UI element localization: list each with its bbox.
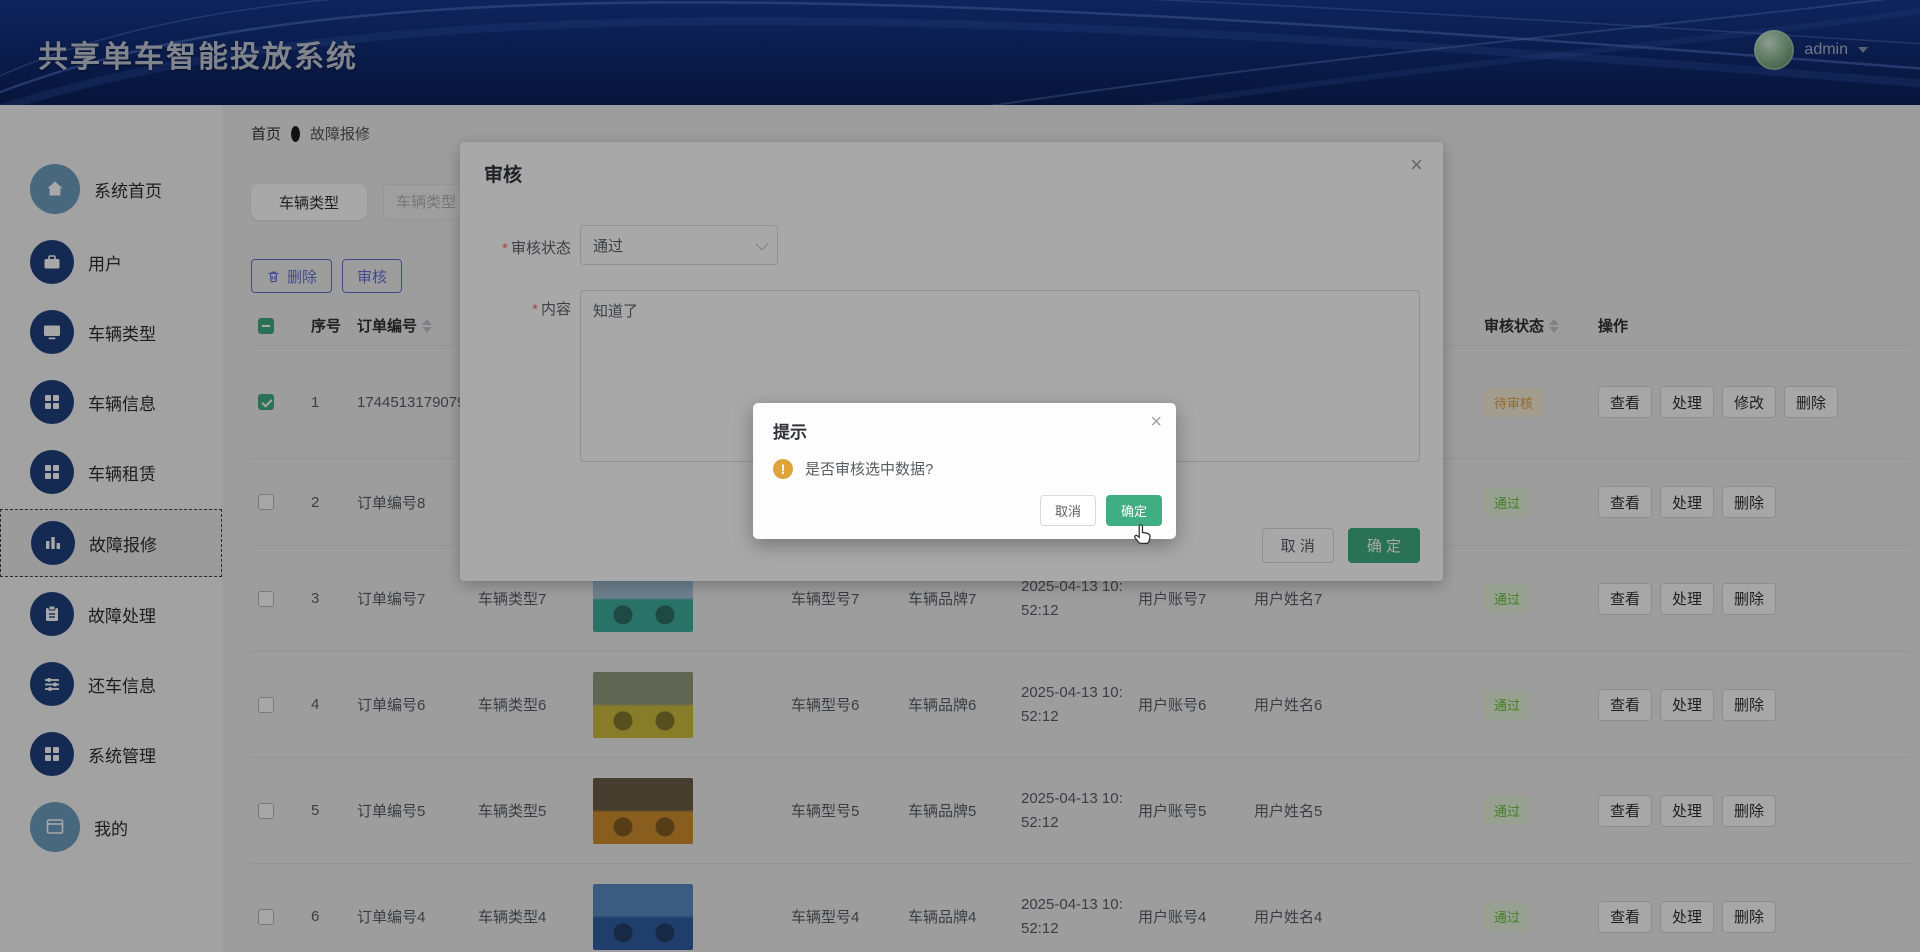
confirm-dialog: 提示 × ! 是否审核选中数据? 取消 确定 bbox=[753, 403, 1176, 539]
confirm-dialog-message: 是否审核选中数据? bbox=[805, 461, 934, 478]
confirm-dialog-confirm-button[interactable]: 确定 bbox=[1105, 495, 1162, 526]
close-icon[interactable]: × bbox=[1150, 411, 1162, 434]
confirm-dialog-title: 提示 bbox=[773, 423, 807, 442]
app-screen: 共享单车智能投放系统 admin 系统首页 用户 车辆类型 车辆信息 车辆租赁 … bbox=[0, 0, 1920, 952]
confirm-dialog-cancel-button[interactable]: 取消 bbox=[1039, 495, 1096, 526]
warning-icon: ! bbox=[773, 458, 793, 479]
